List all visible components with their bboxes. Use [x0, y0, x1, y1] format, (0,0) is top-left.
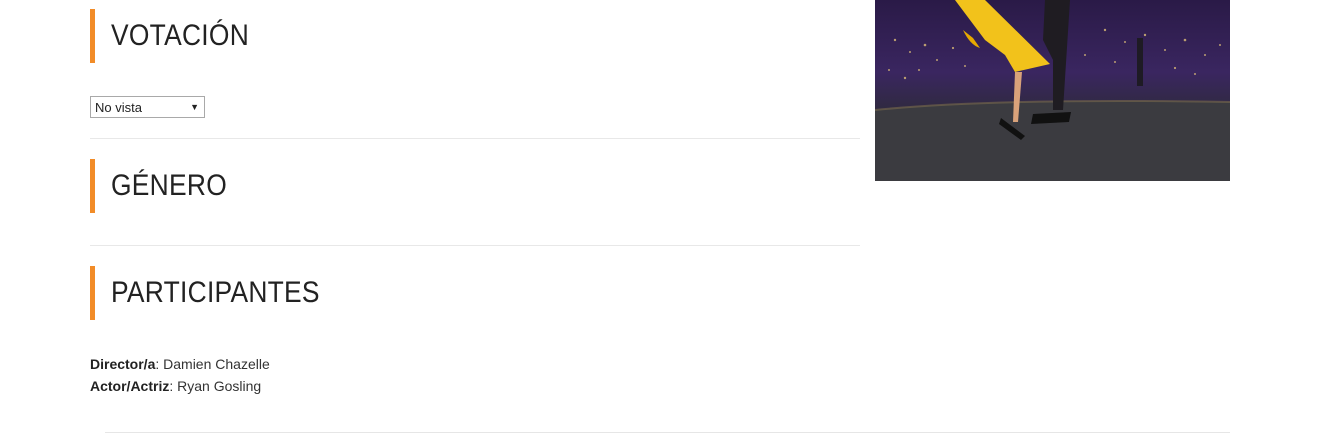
chevron-down-icon: ▼: [190, 102, 199, 112]
vote-select[interactable]: No vista ▼: [90, 96, 205, 118]
credit-name: Damien Chazelle: [163, 356, 270, 372]
credit-name: Ryan Gosling: [177, 378, 262, 394]
section-title-genero: GÉNERO: [111, 169, 228, 202]
section-heading-genero: GÉNERO: [90, 159, 243, 213]
vote-select-value: No vista: [95, 99, 142, 115]
section-divider: [90, 138, 860, 139]
section-heading-participantes: PARTICIPANTES: [90, 266, 348, 320]
movie-poster-image: [875, 0, 1230, 181]
section-heading-votacion: VOTACIÓN: [90, 9, 268, 63]
credit-row: Director/a: Damien Chazelle: [90, 356, 270, 372]
poster-illustration: [875, 0, 1230, 181]
section-title-participantes: PARTICIPANTES: [111, 276, 320, 309]
credits-list: Director/a: Damien Chazelle Actor/Actriz…: [90, 353, 270, 397]
footer-divider: [105, 432, 1230, 433]
credit-role: Director/a: [90, 356, 156, 372]
section-divider: [90, 245, 860, 246]
section-title-votacion: VOTACIÓN: [111, 19, 250, 52]
credit-row: Actor/Actriz: Ryan Gosling: [90, 378, 262, 394]
credit-role: Actor/Actriz: [90, 378, 170, 394]
